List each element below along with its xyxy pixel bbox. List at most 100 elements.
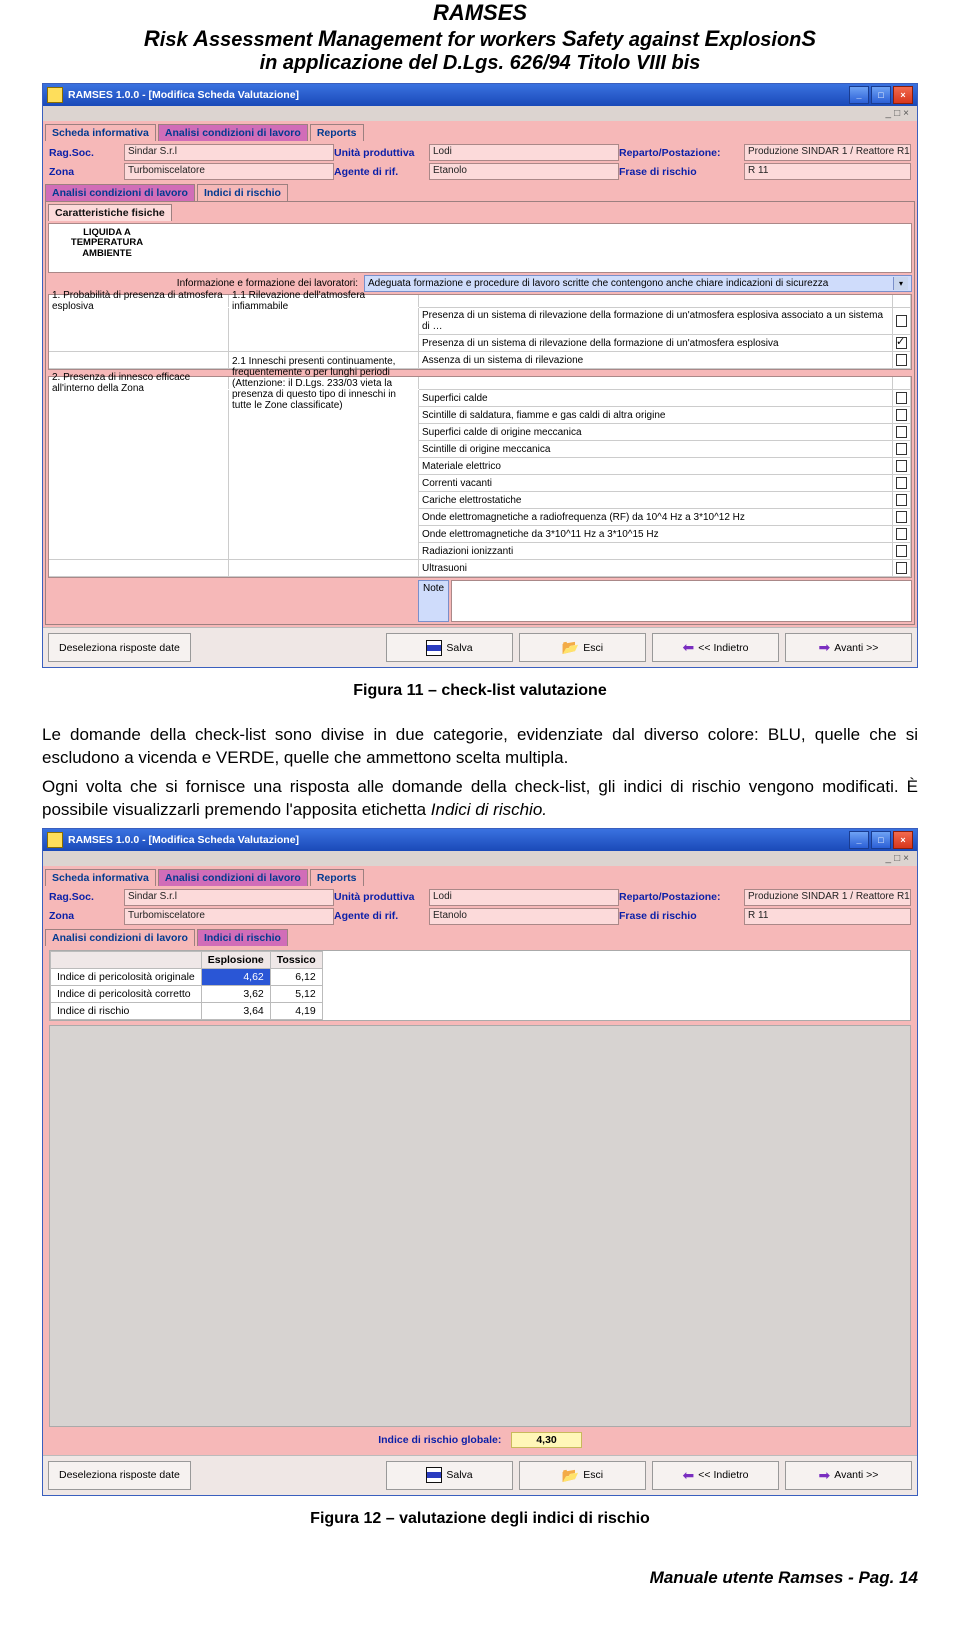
page-footer: Manuale utente Ramses - Pag. 14 [42,1568,918,1588]
subtab-analisi[interactable]: Analisi condizioni di lavoro [45,184,195,201]
label-unita: Unità produttiva [334,147,429,159]
subtab-indici[interactable]: Indici di rischio [197,929,288,946]
back-button[interactable]: ⬅<< Indietro [652,1461,779,1490]
page-heading: RAMSES Risk Assessment Management for wo… [42,0,918,75]
option-text: Scintille di saldatura, fiamme e gas cal… [419,407,893,424]
save-icon [426,640,442,656]
option-checkbox[interactable] [893,335,911,352]
risk-esplosione[interactable]: 3,62 [201,985,270,1002]
forward-button[interactable]: ➡Avanti >> [785,1461,912,1490]
global-index-value: 4,30 [511,1432,581,1448]
risk-esplosione[interactable]: 4,62 [201,968,270,985]
arrow-right-icon: ➡ [819,1467,831,1484]
save-button[interactable]: Salva [386,633,513,662]
back-button[interactable]: ⬅<< Indietro [652,633,779,662]
option-checkbox[interactable] [893,441,911,458]
heading-title1: RAMSES [42,0,918,26]
exit-button[interactable]: 📂Esci [519,633,646,662]
figure-caption-1: Figura 11 – check-list valutazione [42,682,918,700]
value-ragsoc[interactable]: Sindar S.r.l [124,144,334,161]
smalltab-caratteristiche[interactable]: Caratteristiche fisiche [48,204,172,221]
titlebar[interactable]: RAMSES 1.0.0 - [Modifica Scheda Valutazi… [43,829,917,851]
risk-row-label: Indice di pericolosità corretto [51,985,202,1002]
deselect-button[interactable]: Deseleziona risposte date [48,1461,191,1490]
option-checkbox[interactable] [893,458,911,475]
header-fields: Rag.Soc. Sindar S.r.l Unità produttiva L… [45,140,915,184]
tab-reports[interactable]: Reports [310,124,364,141]
value-zona[interactable]: Turbomiscelatore [124,163,334,180]
arrow-left-icon: ⬅ [683,639,695,656]
option-text: Onde elettromagnetiche da 3*10^11 Hz a 3… [419,526,893,543]
option-checkbox[interactable] [893,407,911,424]
option-text: Materiale elettrico [419,458,893,475]
combo-info-formazione[interactable]: Adeguata formazione e procedure di lavor… [364,275,912,292]
tab-analisi-condizioni[interactable]: Analisi condizioni di lavoro [158,124,308,141]
save-button[interactable]: Salva [386,1461,513,1490]
mdi-bar: _□× [43,106,917,121]
option-text: Scintille di origine meccanica [419,441,893,458]
risk-tossico[interactable]: 6,12 [270,968,322,985]
close-button[interactable]: × [893,86,913,104]
option-text: Presenza di un sistema di rilevazione de… [419,335,893,352]
label-info-formazione: Informazione e formazione dei lavoratori… [48,278,364,289]
option-text: Assenza di un sistema di rilevazione [419,352,893,369]
exit-icon: 📂 [562,639,579,656]
option-text: Radiazioni ionizzanti [419,543,893,560]
risk-row-label: Indice di pericolosità originale [51,968,202,985]
note-textarea[interactable] [451,580,912,622]
value-frase[interactable]: R 11 [744,163,911,180]
option-checkbox[interactable] [893,424,911,441]
option-text: Presenza di un sistema di rilevazione de… [419,308,893,335]
chevron-down-icon[interactable]: ▾ [893,277,908,290]
option-checkbox[interactable] [893,543,911,560]
subtab-indici[interactable]: Indici di rischio [197,184,288,201]
paragraph-2: Ogni volta che si fornisce una risposta … [42,776,918,822]
value-agente[interactable]: Etanolo [429,163,619,180]
maximize-button[interactable]: □ [871,86,891,104]
option-checkbox[interactable] [893,475,911,492]
option-checkbox[interactable] [893,492,911,509]
label-zona: Zona [49,166,124,178]
deselect-button[interactable]: Deseleziona risposte date [48,633,191,662]
minimize-button[interactable]: _ [849,86,869,104]
tab-scheda-informativa[interactable]: Scheda informativa [45,124,156,141]
titlebar[interactable]: RAMSES 1.0.0 - [Modifica Scheda Valutazi… [43,84,917,106]
tab-reports[interactable]: Reports [310,869,364,886]
maximize-button[interactable]: □ [871,831,891,849]
app-icon [47,87,63,103]
option-checkbox[interactable] [893,560,911,577]
close-button[interactable]: × [893,831,913,849]
minimize-button[interactable]: _ [849,831,869,849]
arrow-right-icon: ➡ [819,639,831,656]
exit-button[interactable]: 📂Esci [519,1461,646,1490]
risk-esplosione[interactable]: 3,64 [201,1002,270,1019]
option-checkbox[interactable] [893,390,911,407]
window-title: RAMSES 1.0.0 - [Modifica Scheda Valutazi… [68,834,299,846]
option-text: Superfici calde di origine meccanica [419,424,893,441]
app-icon [47,832,63,848]
option-checkbox[interactable] [893,352,911,369]
value-reparto[interactable]: Produzione SINDAR 1 / Reattore R101 [744,144,911,161]
risk-index-table: EsplosioneTossicoIndice di pericolosità … [49,950,911,1021]
tab-scheda-informativa[interactable]: Scheda informativa [45,869,156,886]
option-checkbox[interactable] [893,509,911,526]
risk-tossico[interactable]: 5,12 [270,985,322,1002]
question-1-grid: 1. Probabilità di presenza di atmosfera … [48,294,912,370]
risk-tossico[interactable]: 4,19 [270,1002,322,1019]
subtab-analisi[interactable]: Analisi condizioni di lavoro [45,929,195,946]
option-text: Cariche elettrostatiche [419,492,893,509]
option-text: Superfici calde [419,390,893,407]
figure-caption-2: Figura 12 – valutazione degli indici di … [42,1510,918,1528]
tab-analisi-condizioni[interactable]: Analisi condizioni di lavoro [158,869,308,886]
value-unita[interactable]: Lodi [429,144,619,161]
mdi-bar: _□× [43,851,917,866]
label-agente: Agente di rif. [334,166,429,178]
phys-state-box: LIQUIDA A TEMPERATURA AMBIENTE [48,223,912,273]
label-ragsoc: Rag.Soc. [49,147,124,159]
label-reparto: Reparto/Postazione: [619,147,744,159]
forward-button[interactable]: ➡Avanti >> [785,633,912,662]
screenshot-window-1: RAMSES 1.0.0 - [Modifica Scheda Valutazi… [42,83,918,668]
option-checkbox[interactable] [893,308,911,335]
main-tabs: Scheda informativa Analisi condizioni di… [45,123,915,140]
option-checkbox[interactable] [893,526,911,543]
